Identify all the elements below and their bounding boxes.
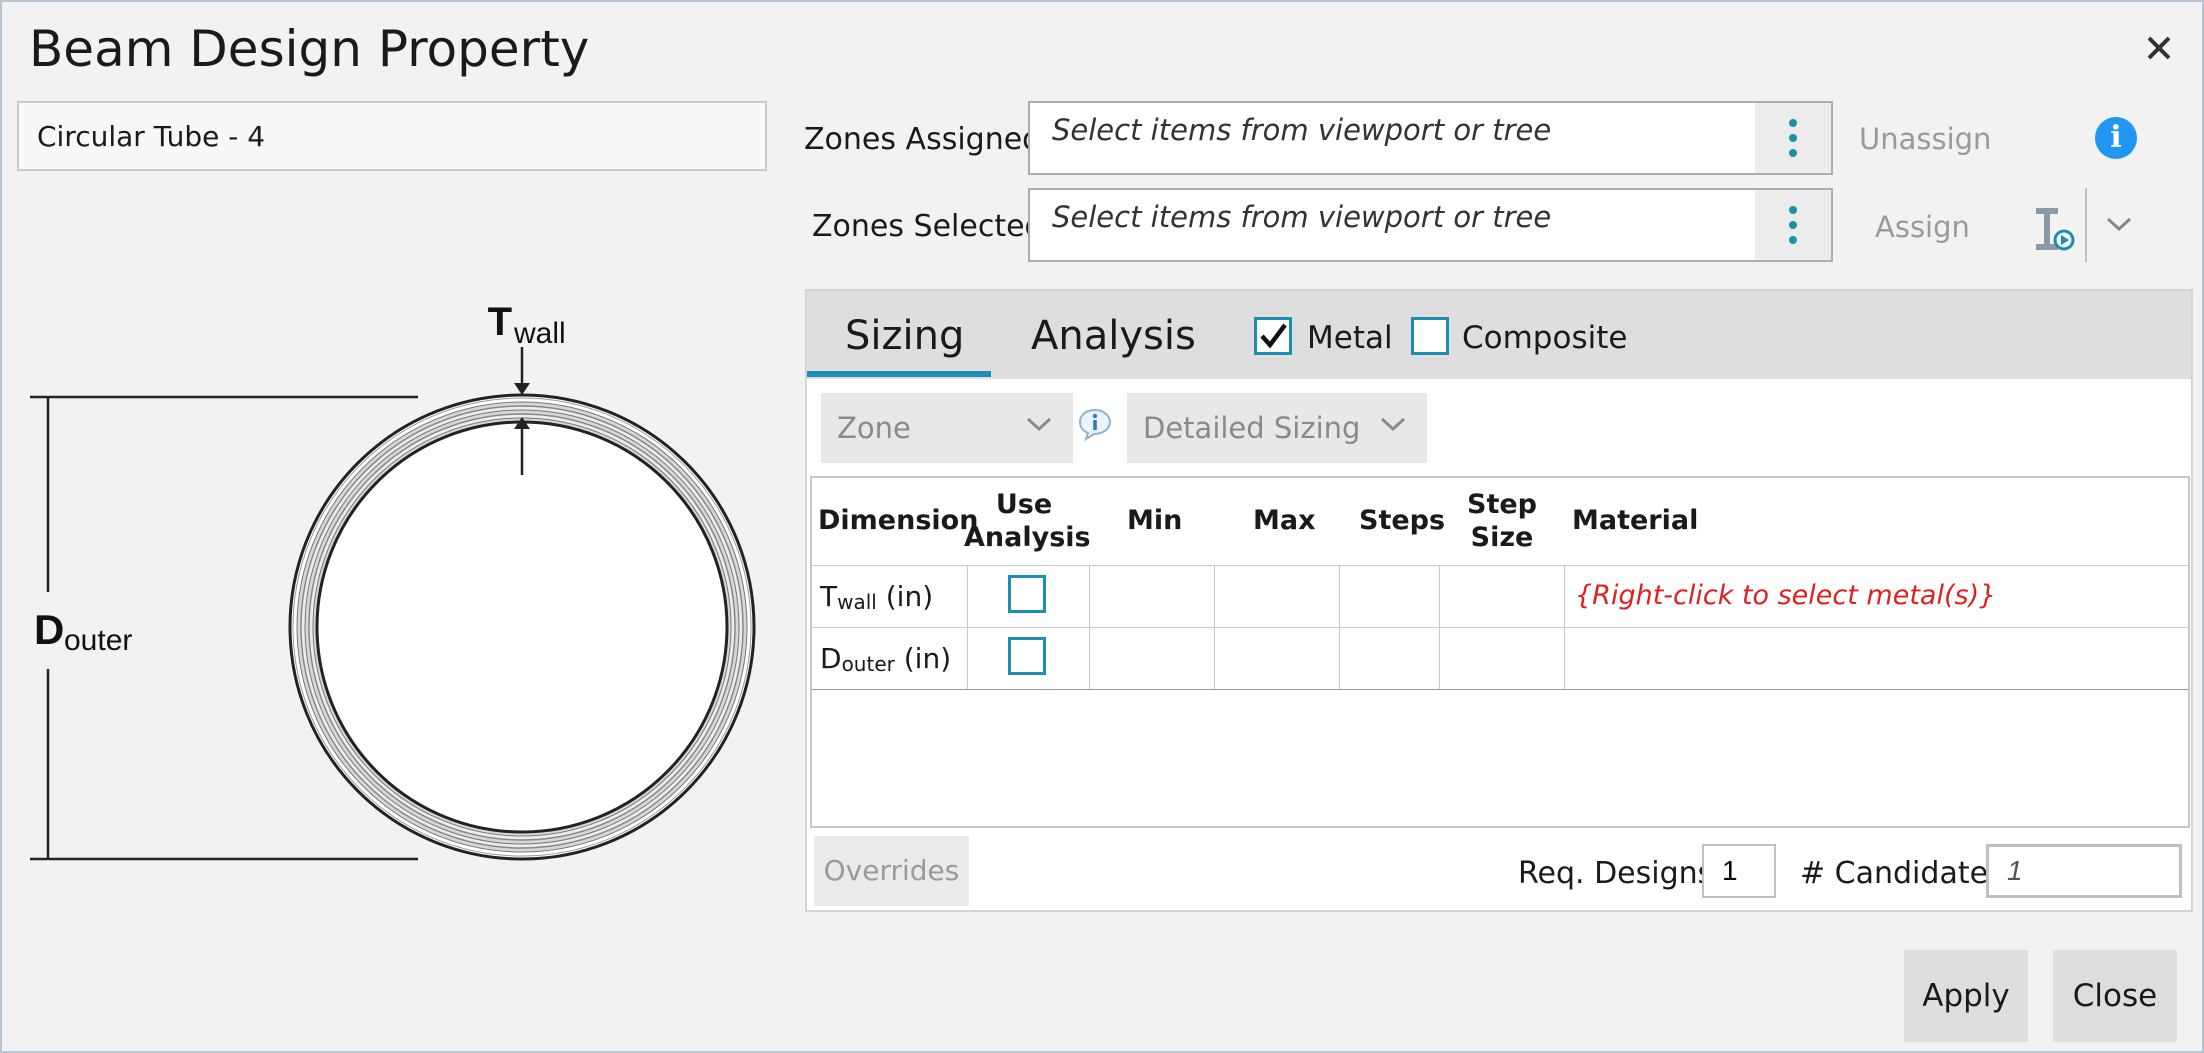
apply-button[interactable]: Apply <box>1904 950 2028 1042</box>
candidates-label: # Candidates <box>1800 856 2004 891</box>
sizing-mode-dropdown[interactable]: Detailed Sizing <box>1127 393 1427 463</box>
table-row-label: Douter (in) <box>820 642 952 676</box>
composite-checkbox[interactable] <box>1411 317 1449 355</box>
overrides-button[interactable]: Overrides <box>814 836 969 906</box>
dimension-table: Dimension Use Analysis Min Max Steps Ste… <box>810 476 2190 828</box>
property-name-input[interactable] <box>17 101 767 171</box>
tab-sizing[interactable]: Sizing <box>845 313 964 359</box>
chevron-down-icon <box>1026 417 1052 432</box>
max-cell[interactable] <box>1215 566 1339 627</box>
col-header-max: Max <box>1253 505 1316 536</box>
d-outer-label-main: D <box>34 606 64 653</box>
composite-label: Composite <box>1462 320 1628 356</box>
t-wall-label-sub: wall <box>513 317 566 350</box>
candidates-input[interactable] <box>1986 844 2182 898</box>
beam-profile-icon[interactable] <box>2032 204 2076 254</box>
chevron-down-icon <box>1380 417 1406 432</box>
material-hint[interactable]: {Right-click to select metal(s)} <box>1575 580 1996 611</box>
sizing-mode-value: Detailed Sizing <box>1143 411 1361 445</box>
zones-selected-placeholder: Select items from viewport or tree <box>1052 200 1552 234</box>
col-header-steps: Steps <box>1359 505 1446 536</box>
col-header-material: Material <box>1572 505 1699 536</box>
chevron-down-icon[interactable] <box>2104 214 2134 234</box>
circular-tube-diagram: T wall D outer <box>30 300 756 861</box>
metal-label: Metal <box>1307 320 1393 356</box>
col-header-dimension: Dimension <box>818 505 979 536</box>
cross-section-diagram: T wall D outer <box>22 287 782 887</box>
active-tab-indicator <box>807 371 991 377</box>
use-analysis-checkbox[interactable] <box>1008 637 1046 675</box>
table-row-label: Twall (in) <box>820 580 934 614</box>
use-analysis-checkbox[interactable] <box>1008 575 1046 613</box>
unassign-button[interactable]: Unassign <box>1859 122 1991 156</box>
steps-cell[interactable] <box>1340 566 1439 627</box>
zones-selected-input[interactable]: Select items from viewport or tree <box>1028 188 1833 262</box>
zones-assigned-placeholder: Select items from viewport or tree <box>1052 113 1552 147</box>
max-cell[interactable] <box>1215 628 1339 689</box>
close-icon[interactable] <box>2137 26 2181 70</box>
metal-checkbox[interactable] <box>1254 317 1292 355</box>
min-cell[interactable] <box>1090 628 1214 689</box>
col-header-step-size: Step Size <box>1467 489 1537 553</box>
steps-cell[interactable] <box>1340 628 1439 689</box>
info-icon[interactable]: i <box>2095 117 2137 159</box>
assign-button[interactable]: Assign <box>1875 210 1970 244</box>
step-size-cell[interactable] <box>1440 566 1564 627</box>
zones-assigned-label: Zones Assigned: <box>804 122 1052 157</box>
checkmark-icon <box>1260 323 1287 349</box>
info-bubble-icon[interactable] <box>1077 407 1113 441</box>
min-cell[interactable] <box>1090 566 1214 627</box>
step-size-cell[interactable] <box>1440 628 1564 689</box>
sizing-panel: Sizing Analysis Metal Composite Zone Det… <box>805 289 2193 912</box>
dialog-title: Beam Design Property <box>29 20 590 78</box>
tab-bar: Sizing Analysis Metal Composite <box>807 291 2191 379</box>
beam-design-property-dialog: Beam Design Property T <box>0 0 2204 1053</box>
kebab-menu-icon[interactable] <box>1755 103 1831 173</box>
zones-selected-label: Zones Selected: <box>812 209 1054 244</box>
t-wall-label-main: T <box>488 300 512 344</box>
zones-assigned-input[interactable]: Select items from viewport or tree <box>1028 101 1833 175</box>
col-header-min: Min <box>1127 505 1183 536</box>
req-designs-label: Req. Designs <box>1518 856 1714 891</box>
close-button[interactable]: Close <box>2053 950 2177 1042</box>
zone-dropdown-value: Zone <box>837 411 911 445</box>
kebab-menu-icon[interactable] <box>1755 190 1831 260</box>
col-header-use-analysis: Use Analysis <box>964 489 1091 553</box>
req-designs-input[interactable] <box>1702 844 1776 898</box>
d-outer-label-sub: outer <box>64 624 132 657</box>
tab-analysis[interactable]: Analysis <box>1031 313 1196 359</box>
zone-dropdown[interactable]: Zone <box>821 393 1073 463</box>
